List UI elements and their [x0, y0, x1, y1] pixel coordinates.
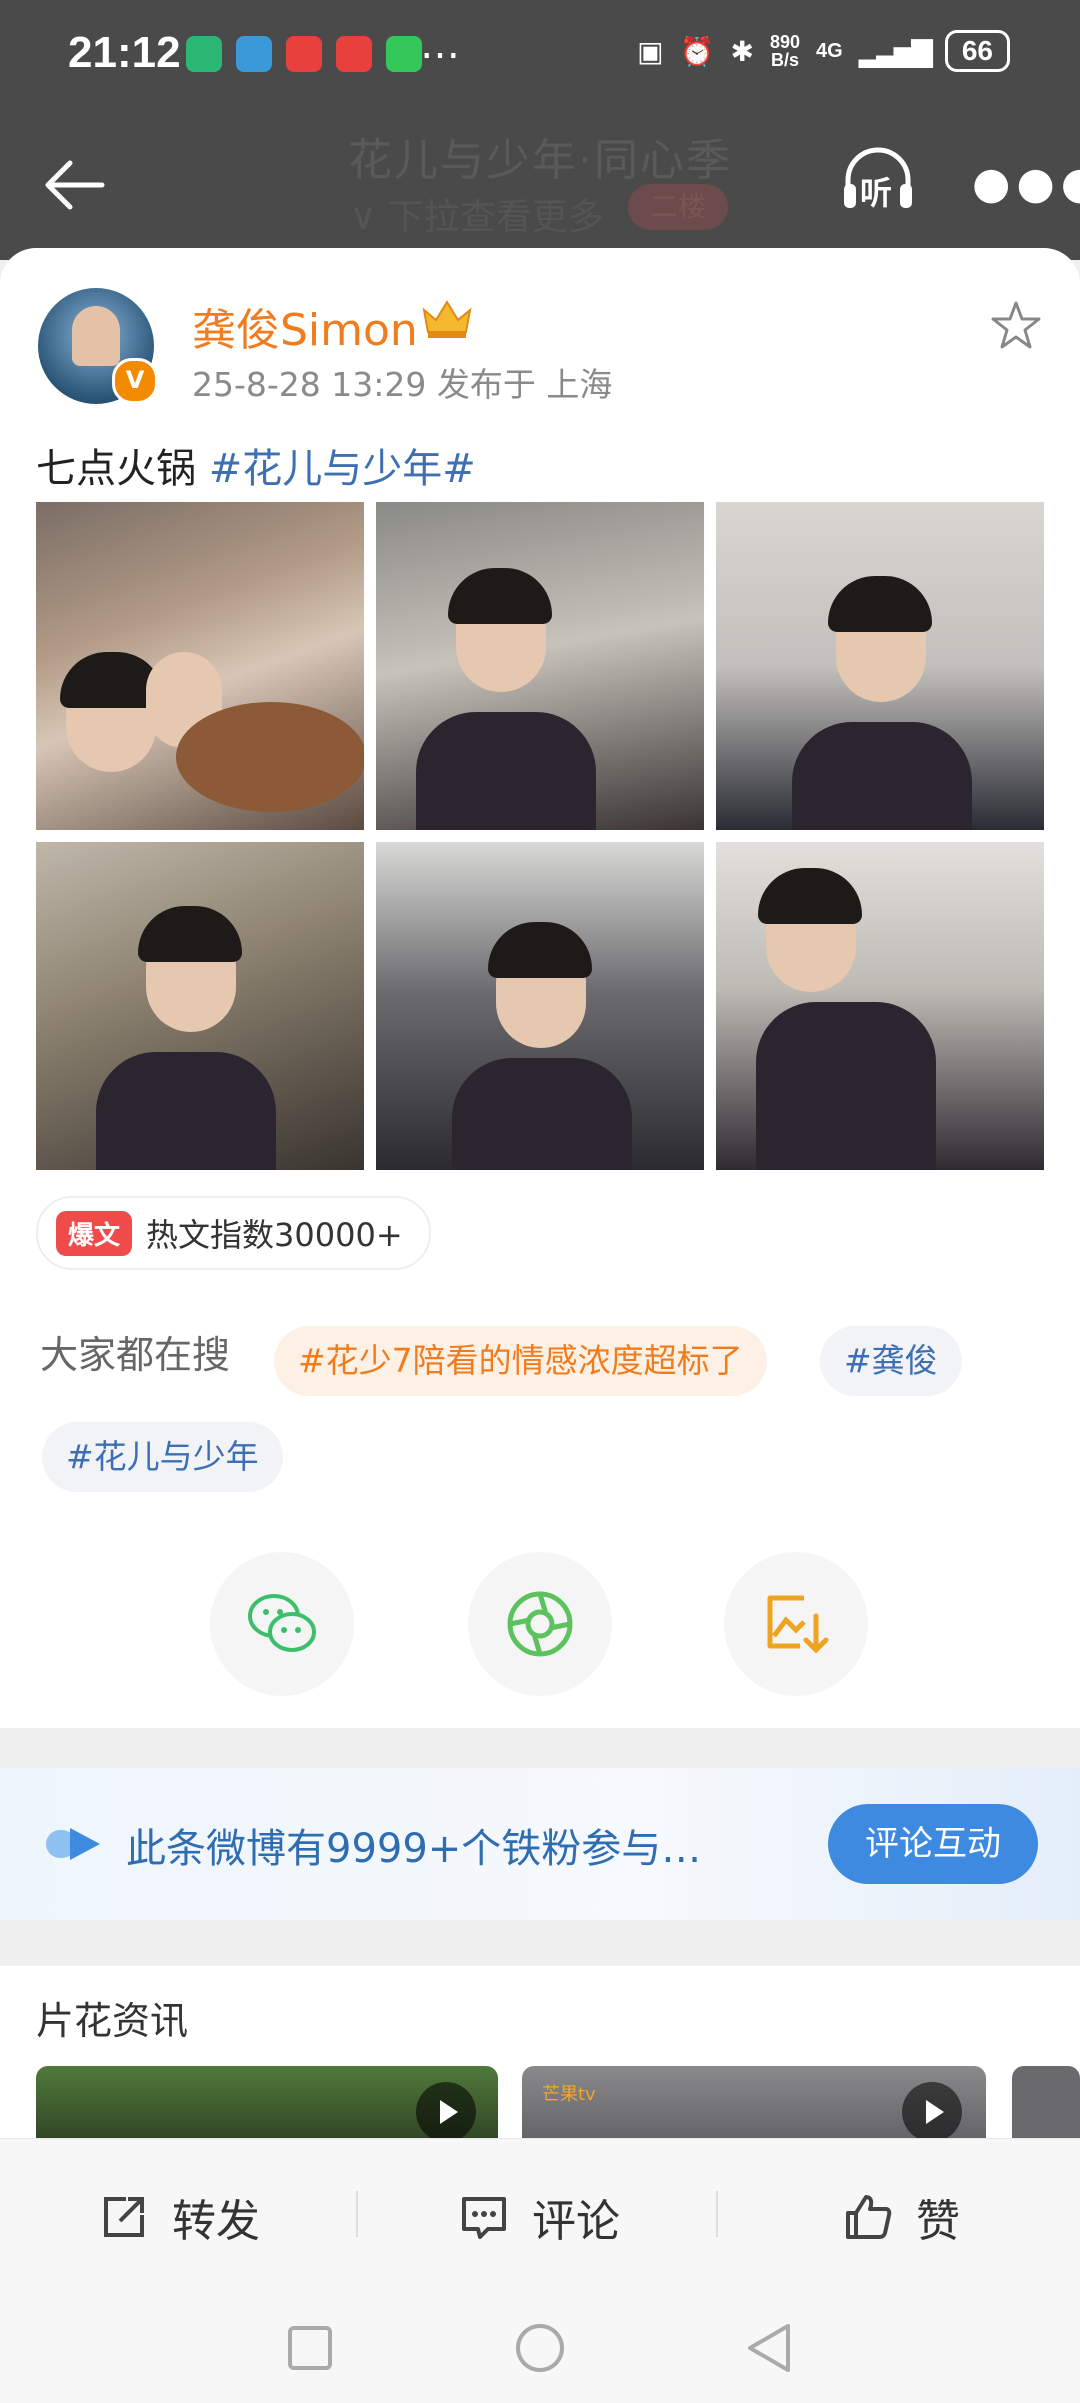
photo-3[interactable]	[716, 502, 1044, 830]
listen-label: 听	[860, 174, 893, 212]
nfc-icon: ▣	[637, 35, 664, 67]
hot-post-indicator[interactable]: 爆文 热文指数30000+	[36, 1196, 431, 1270]
fan-engagement-banner[interactable]: 此条微博有9999+个铁粉参与… 评论互动	[0, 1768, 1080, 1920]
photo-6[interactable]	[716, 842, 1044, 1170]
comment-icon	[462, 2197, 506, 2239]
more-notifications-icon: …	[420, 22, 460, 68]
repost-button[interactable]: 转发	[98, 2185, 260, 2249]
signal-icon: ▂▃▅▇	[858, 35, 933, 67]
status-time: 21:12	[68, 28, 181, 77]
share-moments-button[interactable]	[468, 1552, 612, 1696]
hotpot-table	[176, 702, 364, 812]
hot-index: 热文指数30000+	[146, 1216, 403, 1254]
comment-label: 评论	[532, 2196, 620, 2247]
verified-badge: V	[112, 358, 158, 404]
photo-vest	[416, 712, 596, 830]
recent-apps-icon[interactable]	[286, 2324, 334, 2372]
notification-icons	[186, 36, 422, 72]
photo-vest	[756, 1002, 936, 1170]
system-back-icon[interactable]	[744, 2322, 794, 2374]
top-bar: 21:12 … ▣ ⏰ ✱ 890 B/s 4G ▂▃▅▇ 66 花儿与少年·同心…	[0, 0, 1080, 260]
bluetooth-icon: ✱	[730, 35, 754, 67]
play-icon	[902, 2082, 962, 2142]
photo-5[interactable]	[376, 842, 704, 1170]
photo-4[interactable]	[36, 842, 364, 1170]
like-button[interactable]: 赞	[842, 2185, 960, 2249]
photo-2[interactable]	[376, 502, 704, 830]
wechat-notification-icon	[386, 36, 422, 72]
topic-title: 花儿与少年·同心季	[348, 135, 732, 186]
section-title: 片花资讯	[36, 1999, 189, 2043]
photo-vest	[452, 1058, 632, 1170]
photo-hair	[758, 868, 862, 924]
photo-hair	[488, 922, 592, 978]
wechat-icon	[248, 1594, 316, 1652]
share-wechat-button[interactable]	[210, 1552, 354, 1696]
avatar-figure	[72, 306, 120, 366]
action-divider	[356, 2191, 358, 2237]
post-meta: 25-8-28 13:29 发布于 上海	[192, 365, 613, 404]
repost-icon	[104, 2197, 144, 2237]
photo-vest	[96, 1052, 276, 1170]
photo-grid	[36, 502, 1044, 1170]
net-speed: 890 B/s	[769, 32, 801, 70]
floor-badge: 二楼	[628, 184, 728, 230]
trending-chip-1[interactable]: #花少7陪看的情感浓度超标了	[274, 1326, 767, 1396]
home-icon[interactable]	[514, 2322, 566, 2374]
listen-button[interactable]: 听	[838, 140, 918, 220]
save-image-button[interactable]	[724, 1552, 868, 1696]
photo-hair	[138, 906, 242, 962]
nav-bar: 花儿与少年·同心季 ∨ 下拉查看更多 二楼 听 ●●●	[0, 110, 1080, 260]
post-card: V 龚俊Simon 25-8-28 13:29 发布于 上海 七点火锅 #花儿与…	[0, 248, 1080, 1728]
app-notification-icon	[336, 36, 372, 72]
comment-interact-button[interactable]: 评论互动	[828, 1804, 1038, 1884]
action-divider	[716, 2191, 718, 2237]
engagement-text: 此条微博有9999+个铁粉参与…	[126, 1826, 702, 1872]
post-body: 七点火锅	[36, 446, 209, 492]
engagement-icon	[46, 1828, 100, 1860]
photo-hair	[448, 568, 552, 624]
post-hashtag[interactable]: #花儿与少年#	[209, 446, 476, 492]
photo-1[interactable]	[36, 502, 364, 830]
photo-hair	[828, 576, 932, 632]
play-icon	[416, 2082, 476, 2142]
thumbs-up-icon	[846, 2195, 892, 2239]
more-options-icon[interactable]: ●●●	[972, 162, 1080, 206]
action-bar: 转发 评论 赞	[0, 2138, 1080, 2289]
app-notification-icon	[236, 36, 272, 72]
post-text: 七点火锅 #花儿与少年#	[36, 436, 476, 494]
status-bar: 21:12 … ▣ ⏰ ✱ 890 B/s 4G ▂▃▅▇ 66	[0, 0, 1080, 110]
save-image-icon	[767, 1595, 829, 1654]
trending-chip-3[interactable]: #花儿与少年	[42, 1422, 283, 1492]
hot-badge: 爆文	[56, 1210, 133, 1256]
app-notification-icon	[286, 36, 322, 72]
network-type: 4G	[816, 39, 843, 62]
pull-hint: ∨ 下拉查看更多	[350, 197, 604, 238]
repost-label: 转发	[172, 2196, 260, 2247]
like-label: 赞	[916, 2196, 960, 2247]
crown-icon	[422, 300, 472, 338]
status-right: ▣ ⏰ ✱ 890 B/s 4G ▂▃▅▇ 66	[637, 30, 1010, 72]
trending-label: 大家都在搜	[40, 1333, 231, 1377]
battery-indicator: 66	[944, 30, 1010, 72]
channel-badge: 芒果tv	[542, 2084, 596, 2105]
alarm-icon: ⏰	[679, 35, 715, 67]
favorite-star-icon[interactable]	[988, 298, 1044, 354]
author-name[interactable]: 龚俊Simon	[192, 294, 418, 358]
photo-vest	[792, 722, 972, 830]
app-notification-icon	[186, 36, 222, 72]
moments-icon	[507, 1591, 573, 1657]
system-nav-bar	[0, 2288, 1080, 2403]
comment-button[interactable]: 评论	[458, 2185, 620, 2249]
trending-chip-2[interactable]: #龚俊	[820, 1326, 962, 1396]
